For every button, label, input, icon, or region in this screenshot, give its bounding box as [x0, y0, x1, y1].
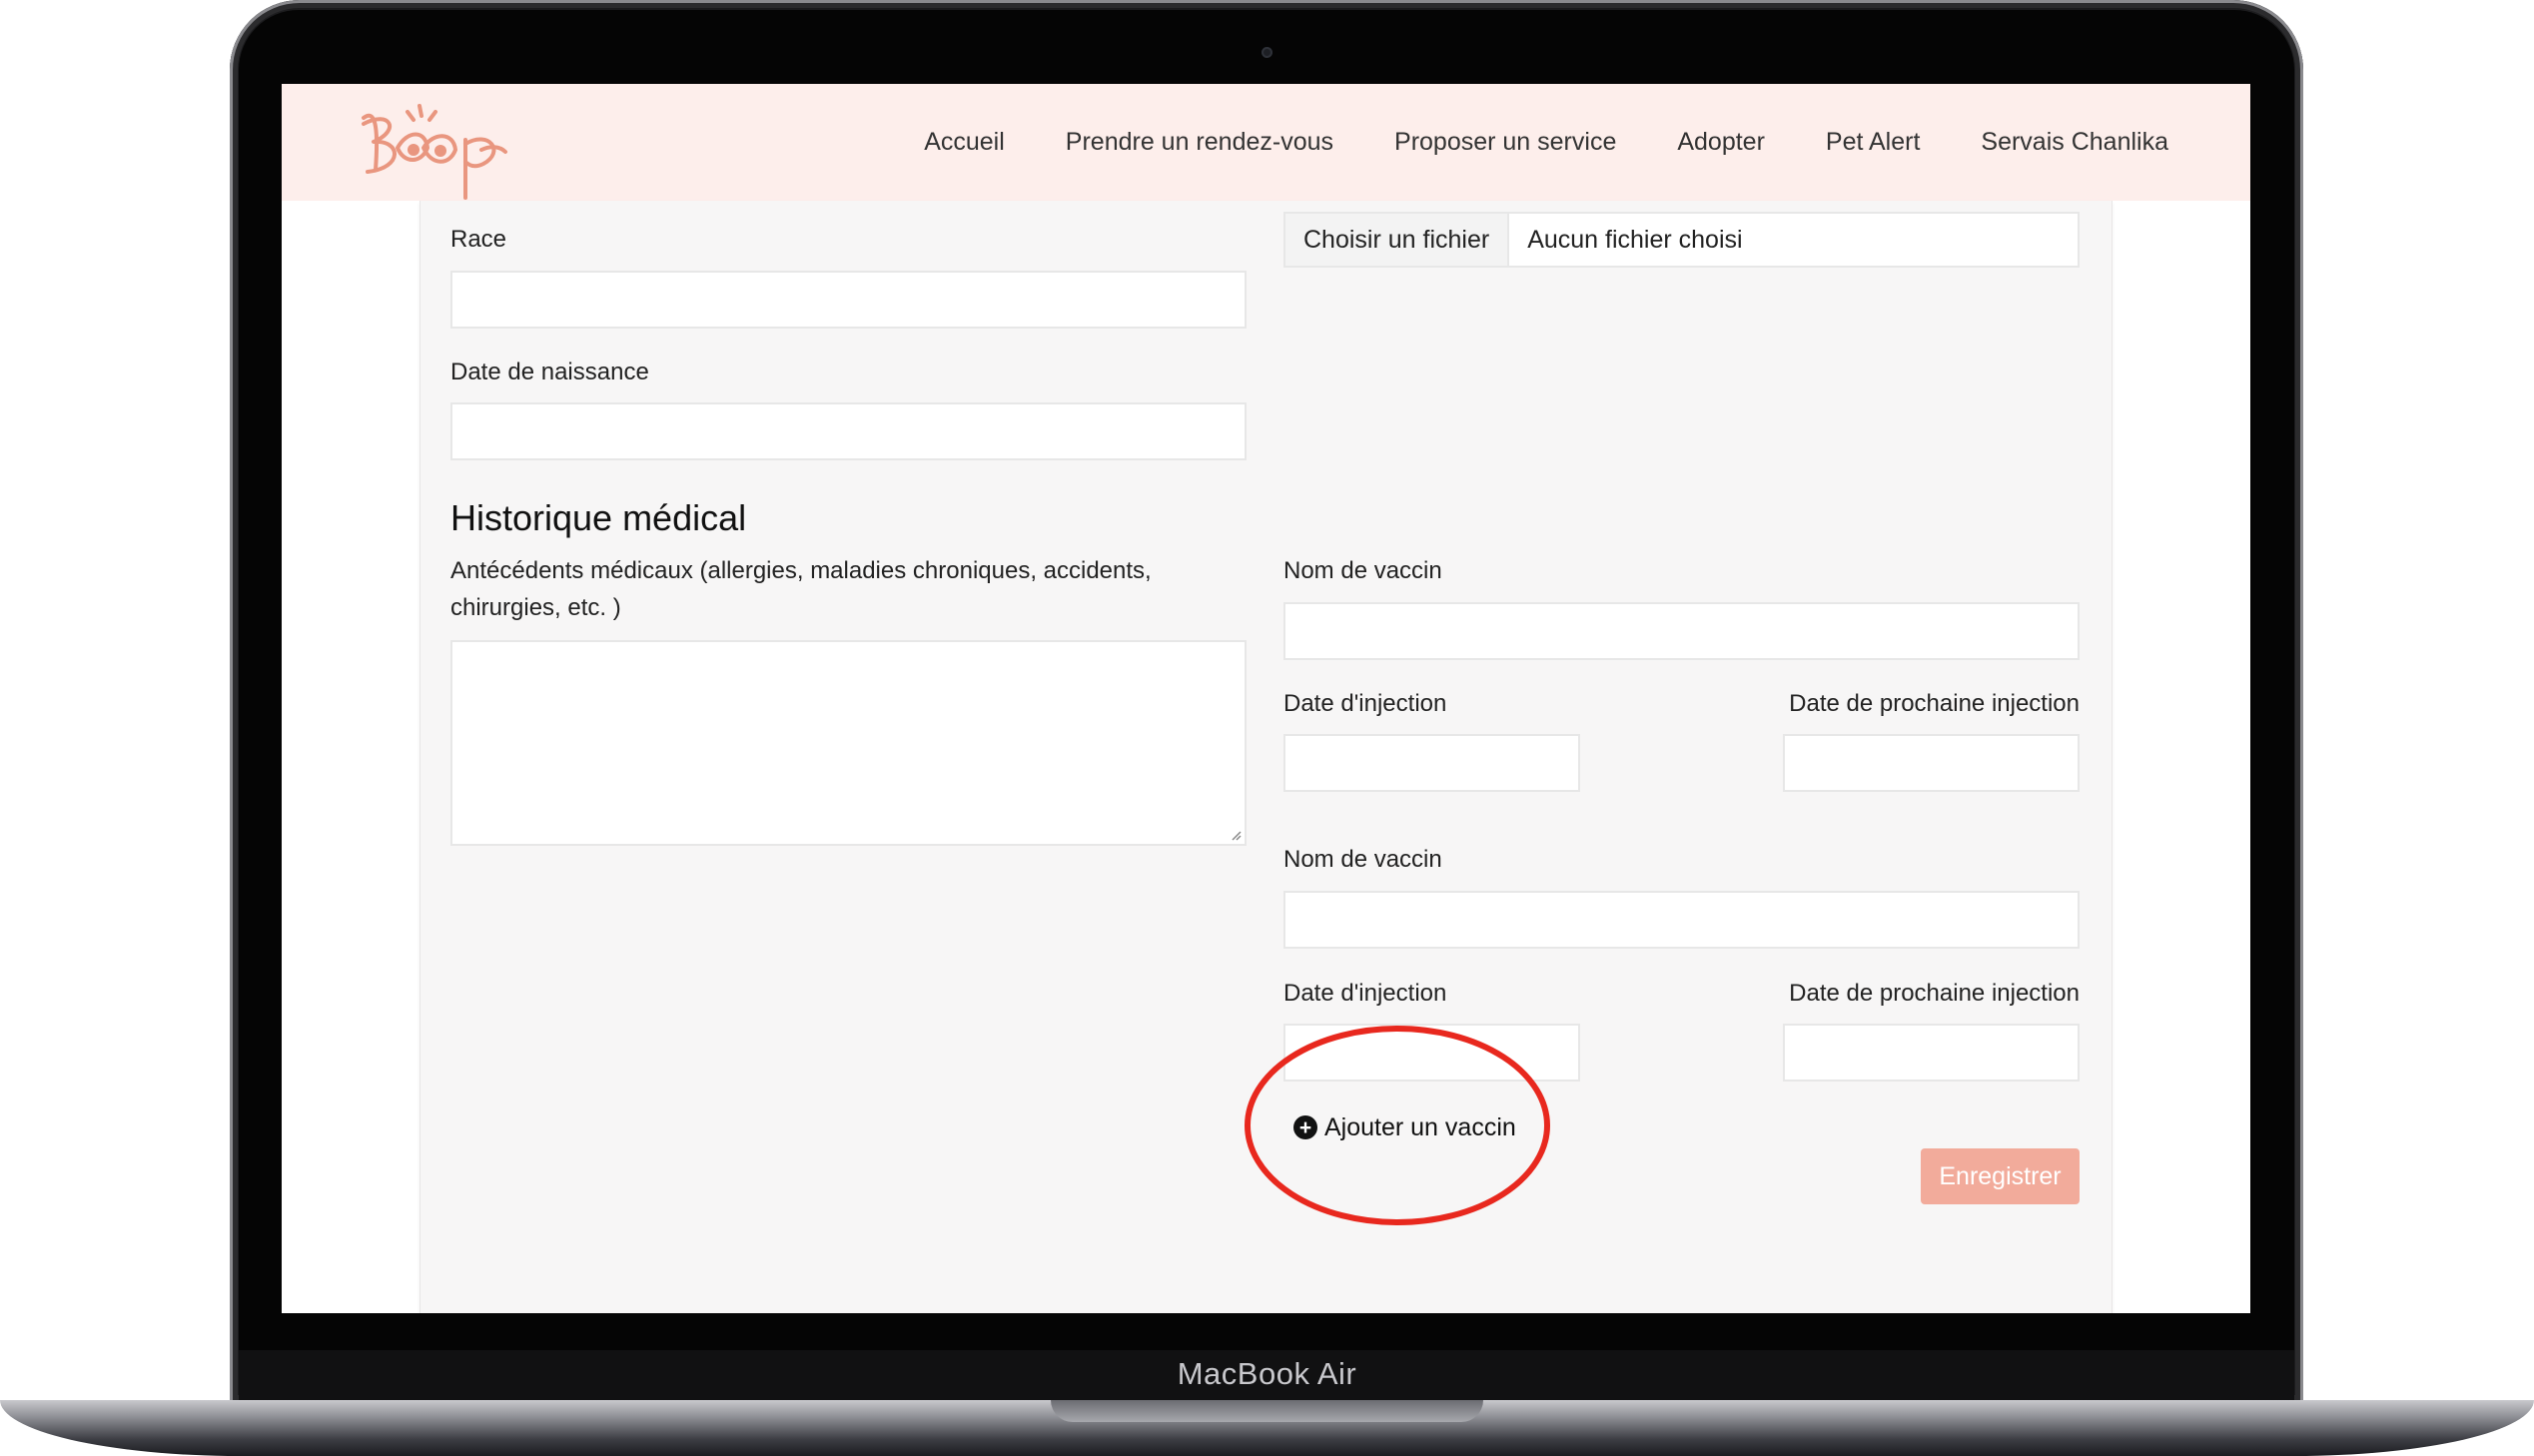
next-injection-input[interactable] [1783, 1024, 2080, 1082]
navbar: Accueil Prendre un rendez-vous Proposer … [282, 84, 2250, 201]
medical-history-heading: Historique médical [450, 497, 747, 538]
nav-link-accueil[interactable]: Accueil [924, 128, 1005, 157]
history-label-line1: Antécédents médicaux (allergies, maladie… [450, 557, 1152, 584]
camera-icon [1262, 47, 1272, 58]
next-injection-input[interactable] [1783, 734, 2080, 792]
nav-link-proposer-service[interactable]: Proposer un service [1394, 128, 1616, 157]
vaccine-name-input[interactable] [1283, 602, 2080, 660]
resize-grip-icon[interactable] [1230, 829, 1242, 841]
photo-file-input[interactable]: Choisir un fichier Aucun fichier choisi [1283, 212, 2080, 268]
save-button[interactable]: Enregistrer [1921, 1148, 2080, 1204]
nav-link-rendez-vous[interactable]: Prendre un rendez-vous [1066, 128, 1333, 157]
boop-logo[interactable] [350, 90, 509, 200]
main-nav: Accueil Prendre un rendez-vous Proposer … [863, 84, 2168, 201]
nav-link-pet-alert[interactable]: Pet Alert [1826, 128, 1921, 157]
annotation-circle [1245, 1026, 1550, 1225]
vaccine-name-input[interactable] [1283, 891, 2080, 949]
choose-file-button[interactable]: Choisir un fichier [1285, 214, 1510, 266]
birthdate-label: Date de naissance [450, 359, 649, 385]
history-label-line2: chirurgies, etc. ) [450, 594, 621, 621]
file-status-text: Aucun fichier choisi [1527, 225, 1743, 254]
vaccine-name-label: Nom de vaccin [1283, 846, 1442, 873]
injection-date-label: Date d'injection [1283, 690, 1447, 717]
vaccine-name-label: Nom de vaccin [1283, 557, 1442, 584]
race-label: Race [450, 226, 507, 253]
race-input[interactable] [450, 271, 1247, 329]
nav-link-adopter[interactable]: Adopter [1677, 128, 1765, 157]
injection-date-input[interactable] [1283, 734, 1580, 792]
next-injection-label: Date de prochaine injection [1789, 690, 2080, 717]
nav-link-user-account[interactable]: Servais Chanlika [1981, 128, 2168, 157]
device-label: MacBook Air [1177, 1356, 1357, 1391]
laptop-notch [1051, 1400, 1483, 1422]
medical-history-textarea[interactable] [450, 640, 1247, 846]
next-injection-label: Date de prochaine injection [1789, 980, 2080, 1007]
injection-date-label: Date d'injection [1283, 980, 1447, 1007]
birthdate-input[interactable] [450, 402, 1247, 460]
